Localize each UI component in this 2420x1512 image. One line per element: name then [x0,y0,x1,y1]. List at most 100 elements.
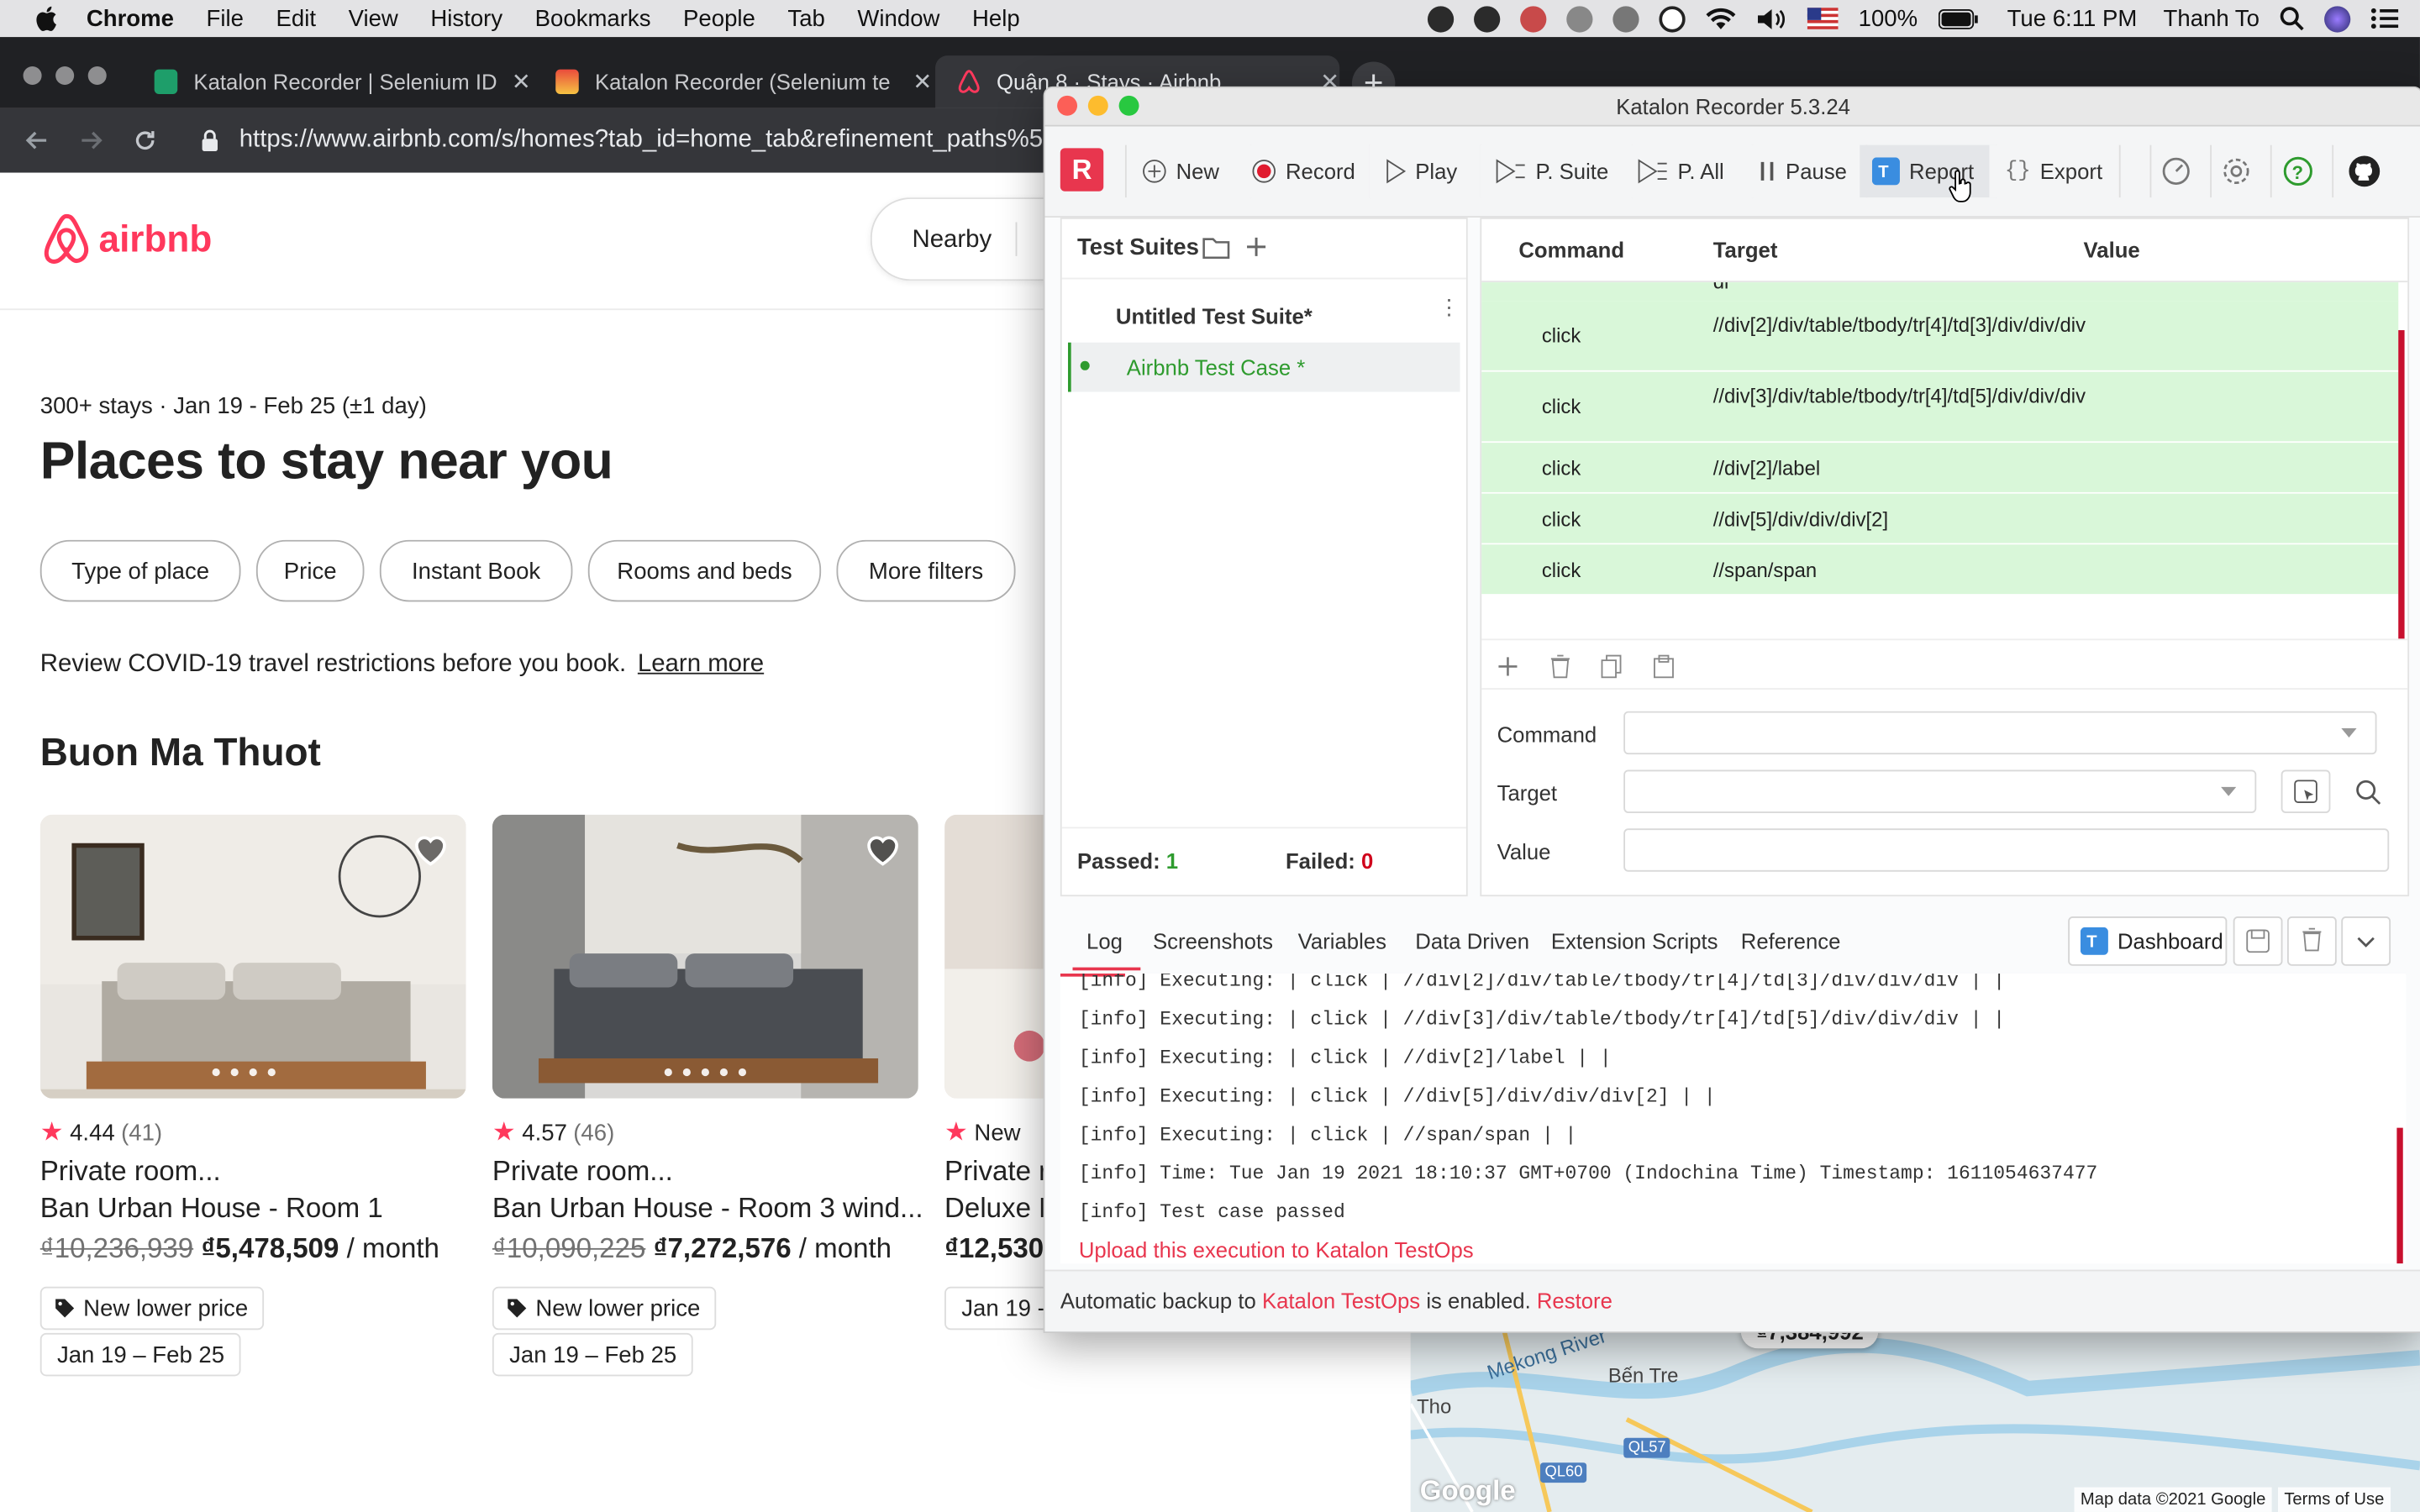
url-input[interactable]: https://www.airbnb.com/s/homes?tab_id=ho… [239,127,1060,155]
menu-app-chrome[interactable]: Chrome [87,5,174,31]
filter-price[interactable]: Price [255,539,365,602]
help-button[interactable]: ? [2273,144,2334,198]
play-all-button[interactable]: P. All [1622,144,1754,198]
clock[interactable]: Tue 6:11 PM [2007,5,2138,31]
trash-icon[interactable] [1549,654,1571,679]
close-tab-icon[interactable]: ✕ [512,68,531,96]
chrome-zoom-dot[interactable] [87,66,107,86]
menu-file[interactable]: File [207,5,244,31]
test-case-item[interactable]: Airbnb Test Case * [1067,342,1460,392]
folder-icon[interactable] [1202,234,1230,260]
lock-icon[interactable] [201,129,219,151]
value-input[interactable] [1623,828,2390,872]
window-close-button[interactable] [1057,95,1078,116]
testops-link[interactable]: Katalon TestOps [1262,1289,1420,1313]
report-button[interactable]: T Report [1860,144,1997,198]
tab-data-driven[interactable]: Data Driven [1415,929,1529,953]
chrome-tab-katalon-recorder[interactable]: Katalon Recorder (Selenium te ✕ [534,55,932,108]
new-button[interactable]: New [1124,144,1252,198]
copy-icon[interactable] [1601,654,1623,679]
tab-screenshots[interactable]: Screenshots [1153,929,1273,953]
listing-type[interactable]: Private room... [492,1156,673,1189]
tab-extension-scripts[interactable]: Extension Scripts [1551,929,1718,953]
filter-more-filters[interactable]: More filters [836,539,1016,602]
chrome-minimize-dot[interactable] [55,66,75,86]
pause-button[interactable]: Pause [1742,144,1868,198]
table-row[interactable]: di [1481,282,2399,302]
kebab-menu-icon[interactable]: ⋮ [1439,297,1460,318]
chrome-close-dot[interactable] [23,66,42,86]
filter-rooms-and-beds[interactable]: Rooms and beds [587,539,822,602]
listing-photo[interactable] [492,814,918,1099]
command-select[interactable] [1623,711,2377,755]
listing-name[interactable]: Ban Urban House - Room 3 wind... [492,1193,923,1226]
menu-help[interactable]: Help [972,5,1020,31]
volume-icon[interactable] [1756,7,1787,30]
user-name[interactable]: Thanh To [2164,5,2260,31]
menu-window[interactable]: Window [857,5,939,31]
globe-status-icon[interactable] [1612,5,1639,32]
cloud-status-icon[interactable] [1566,5,1593,32]
listing-type[interactable]: Private r [944,1156,1048,1189]
log-scrollbar[interactable] [2396,1127,2403,1264]
listing-type[interactable]: Private room... [40,1156,221,1189]
suite-item[interactable]: Untitled Test Suite* [1116,304,1313,328]
learn-more-link[interactable]: Learn more [638,651,764,677]
restore-link[interactable]: Restore [1537,1289,1612,1313]
table-row[interactable]: click //div[2]/div/table/tbody/tr[4]/td[… [1481,301,2399,372]
menu-people[interactable]: People [683,5,755,31]
table-row[interactable]: click //div[3]/div/table/tbody/tr[4]/td[… [1481,371,2399,444]
table-row[interactable]: click //div[2]/label [1481,443,2399,494]
save-heart-icon[interactable] [865,833,902,867]
back-arrow-icon[interactable] [24,128,49,152]
listing-name[interactable]: Ban Urban House - Room 1 [40,1193,383,1226]
menu-edit[interactable]: Edit [276,5,316,31]
save-log-button[interactable] [2233,916,2283,966]
toggle-status-icon[interactable] [1520,5,1547,32]
collapse-log-button[interactable] [2341,916,2391,966]
dashboard-button[interactable]: T Dashboard [2068,916,2228,966]
table-row[interactable]: click //div[5]/div/div/div[2] [1481,493,2399,545]
table-row[interactable]: click //span/span [1481,544,2399,596]
record-status-icon[interactable] [1428,5,1455,32]
feather-status-icon[interactable] [1474,5,1501,32]
menu-view[interactable]: View [349,5,398,31]
do-not-disturb-icon[interactable] [1659,5,1686,32]
window-minimize-button[interactable] [1087,95,1108,116]
filter-type-of-place[interactable]: Type of place [39,539,241,602]
record-button[interactable]: Record [1236,144,1370,198]
speed-button[interactable] [2149,144,2212,198]
map-terms-link[interactable]: Terms of Use [2277,1487,2391,1512]
window-zoom-button[interactable] [1118,95,1139,116]
menu-bookmarks[interactable]: Bookmarks [535,5,651,31]
find-element-button[interactable] [2343,770,2395,813]
tab-log[interactable]: Log [1086,929,1123,953]
tab-variables[interactable]: Variables [1298,929,1386,953]
forward-arrow-icon[interactable] [79,128,103,152]
menu-history[interactable]: History [430,5,502,31]
table-scrollbar[interactable] [2398,330,2405,639]
menu-tab[interactable]: Tab [787,5,824,31]
wifi-icon[interactable] [1706,7,1737,30]
paste-icon[interactable] [1653,654,1675,679]
search-nearby-button[interactable]: Nearby [870,197,1073,281]
upload-testops-link[interactable]: Upload this execution to Katalon TestOps [1079,1237,1474,1262]
listing-photo[interactable] [39,814,466,1099]
us-flag-icon[interactable] [1807,8,1839,29]
tab-reference[interactable]: Reference [1741,929,1841,953]
clear-log-button[interactable] [2286,916,2337,966]
apple-icon[interactable] [34,5,61,33]
add-command-icon[interactable] [1497,656,1519,678]
add-suite-icon[interactable] [1244,234,1268,259]
save-heart-icon[interactable] [412,833,449,867]
siri-icon[interactable] [2324,5,2351,32]
chrome-tab-katalon-ide[interactable]: Katalon Recorder | Selenium IDE ✕ [133,55,531,108]
battery-icon[interactable] [1937,8,1978,29]
settings-button[interactable] [2211,144,2272,198]
github-button[interactable] [2338,144,2401,198]
airbnb-logo[interactable]: airbnb [40,213,213,268]
close-tab-icon[interactable]: ✕ [913,68,932,96]
listing-name[interactable]: Deluxe R [944,1193,1059,1226]
target-select[interactable] [1623,769,2257,813]
filter-instant-book[interactable]: Instant Book [379,539,573,602]
